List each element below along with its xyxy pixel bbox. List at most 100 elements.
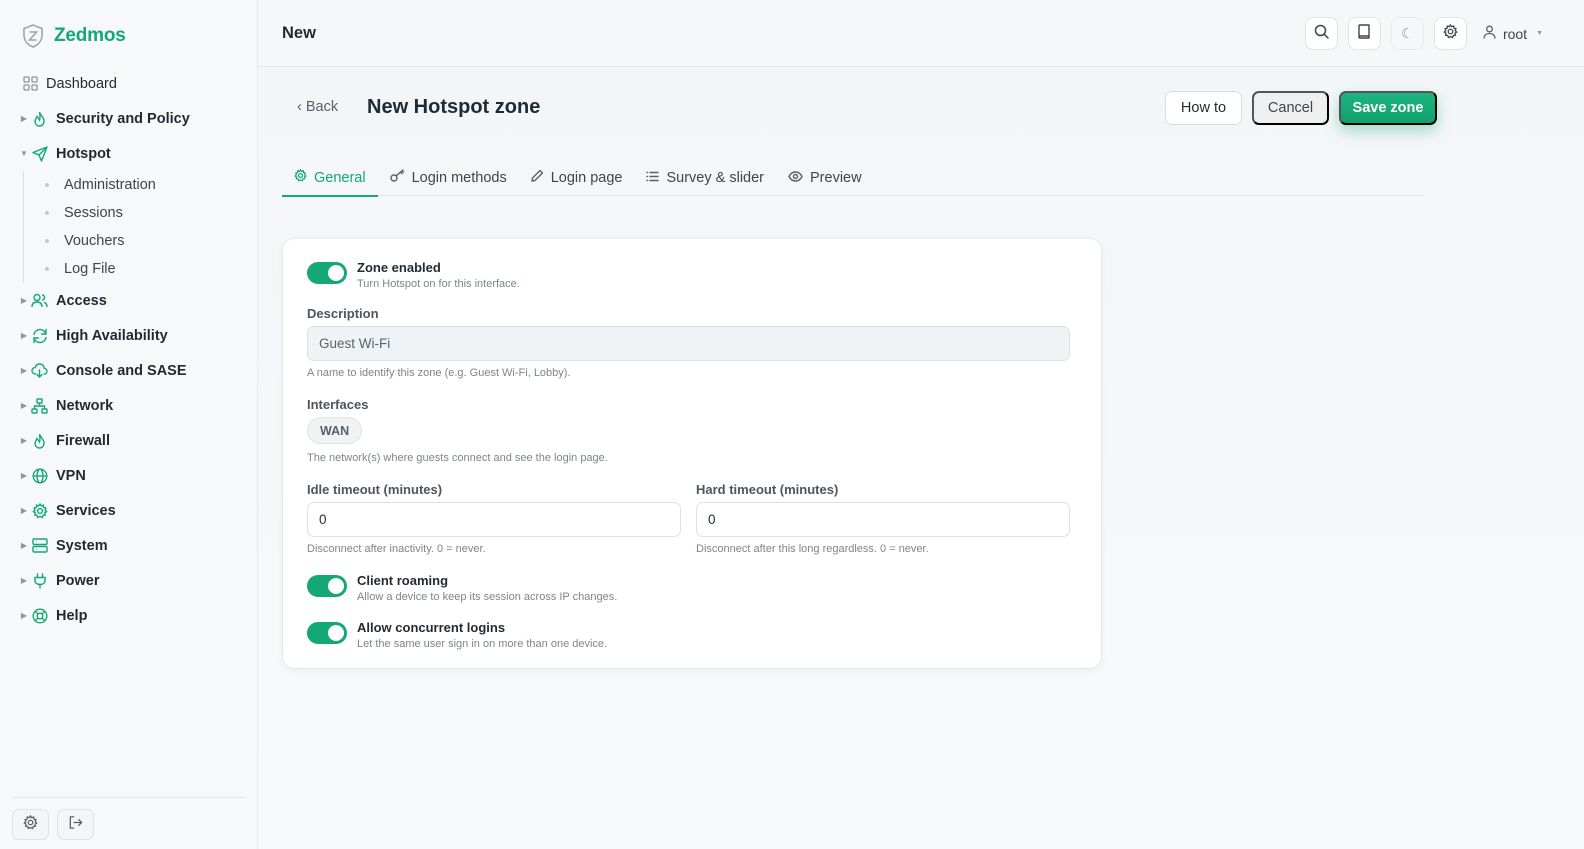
tab-login-methods[interactable]: Login methods bbox=[378, 159, 519, 196]
sidebar-nav: Dashboard ▶ Security and Policy ▼ Hotspo… bbox=[0, 66, 258, 633]
docs-button[interactable] bbox=[1347, 17, 1381, 50]
grid-icon bbox=[22, 75, 39, 92]
tab-login-page[interactable]: Login page bbox=[519, 159, 635, 196]
sidebar-item-services[interactable]: ▶ Services bbox=[0, 493, 258, 528]
send-icon bbox=[31, 145, 48, 162]
eye-icon bbox=[788, 170, 803, 186]
user-icon bbox=[1483, 25, 1496, 42]
sidebar-item-label: High Availability bbox=[56, 327, 168, 344]
users-icon bbox=[31, 292, 48, 309]
tab-survey-slider[interactable]: Survey & slider bbox=[634, 159, 776, 196]
how-to-button[interactable]: How to bbox=[1165, 91, 1242, 125]
hard-timeout-label: Hard timeout (minutes) bbox=[696, 482, 839, 497]
logout-button[interactable] bbox=[57, 809, 94, 840]
sidebar-subitem-label: Sessions bbox=[64, 205, 123, 221]
settings-button[interactable] bbox=[1433, 17, 1467, 50]
brand[interactable]: Zedmos bbox=[22, 24, 126, 48]
bullet-icon bbox=[45, 239, 49, 243]
zone-enabled-row: Zone enabled Turn Hotspot on for this in… bbox=[307, 260, 520, 292]
caret-right-icon: ▶ bbox=[20, 436, 28, 445]
sidebar-subitem-administration[interactable]: Administration bbox=[24, 171, 258, 199]
sidebar-item-hotspot[interactable]: ▼ Hotspot bbox=[0, 136, 258, 171]
general-settings-card: Zone enabled Turn Hotspot on for this in… bbox=[282, 238, 1102, 669]
back-link[interactable]: ‹ Back bbox=[297, 99, 338, 115]
hard-timeout-help: Disconnect after this long regardless. 0… bbox=[696, 543, 929, 555]
bullet-icon bbox=[45, 211, 49, 215]
key-icon bbox=[389, 169, 405, 186]
caret-right-icon: ▶ bbox=[20, 296, 28, 305]
sidebar-item-security-and-policy[interactable]: ▶ Security and Policy bbox=[0, 101, 258, 136]
interfaces-label: Interfaces bbox=[307, 397, 369, 412]
zone-enabled-help: Turn Hotspot on for this interface. bbox=[357, 278, 520, 290]
save-zone-button[interactable]: Save zone bbox=[1339, 91, 1437, 125]
theme-toggle-button[interactable]: ☾ bbox=[1390, 17, 1424, 50]
user-menu[interactable]: root ▼ bbox=[1483, 25, 1543, 42]
caret-right-icon: ▶ bbox=[20, 576, 28, 585]
gear-icon bbox=[1443, 23, 1458, 44]
lifebuoy-icon bbox=[31, 607, 48, 624]
sidebar: Zedmos Dashboard ▶ Security and Policy ▼… bbox=[0, 0, 258, 849]
sidebar-item-power[interactable]: ▶ Power bbox=[0, 563, 258, 598]
sidebar-item-label: Services bbox=[56, 502, 116, 519]
caret-down-icon: ▼ bbox=[20, 149, 28, 158]
plug-icon bbox=[31, 572, 48, 589]
sidebar-item-network[interactable]: ▶ Network bbox=[0, 388, 258, 423]
client-roaming-toggle[interactable] bbox=[307, 575, 347, 597]
gear-icon bbox=[294, 168, 307, 186]
idle-timeout-input[interactable]: 0 bbox=[307, 502, 681, 537]
sidebar-item-firewall[interactable]: ▶ Firewall bbox=[0, 423, 258, 458]
tab-general[interactable]: General bbox=[282, 159, 378, 197]
caret-right-icon: ▶ bbox=[20, 541, 28, 550]
user-name: root bbox=[1502, 25, 1528, 42]
page-actions: How to Cancel Save zone bbox=[1165, 91, 1437, 125]
sidebar-subitem-label: Administration bbox=[64, 177, 156, 193]
caret-right-icon: ▶ bbox=[20, 611, 28, 620]
sidebar-item-console-and-sase[interactable]: ▶ Console and SASE bbox=[0, 353, 258, 388]
concurrent-logins-label: Allow concurrent logins bbox=[357, 620, 506, 635]
cancel-button[interactable]: Cancel bbox=[1252, 91, 1329, 125]
sidebar-footer bbox=[12, 797, 245, 840]
hotspot-submenu: Administration Sessions Vouchers Log Fil… bbox=[23, 171, 258, 283]
description-input[interactable]: Guest Wi-Fi bbox=[307, 326, 1070, 361]
sidebar-item-label: Security and Policy bbox=[56, 110, 190, 127]
search-button[interactable] bbox=[1304, 17, 1338, 50]
search-icon bbox=[1314, 24, 1329, 44]
sidebar-subitem-sessions[interactable]: Sessions bbox=[24, 199, 258, 227]
sidebar-item-dashboard[interactable]: Dashboard bbox=[0, 66, 258, 101]
caret-right-icon: ▶ bbox=[20, 331, 28, 340]
caret-right-icon: ▶ bbox=[20, 366, 28, 375]
caret-right-icon: ▶ bbox=[20, 506, 28, 515]
brand-name: Zedmos bbox=[54, 25, 126, 46]
tab-preview[interactable]: Preview bbox=[776, 159, 874, 196]
tab-label: General bbox=[314, 169, 366, 186]
zone-enabled-toggle[interactable] bbox=[307, 262, 347, 284]
sidebar-item-system[interactable]: ▶ System bbox=[0, 528, 258, 563]
sidebar-item-label: Console and SASE bbox=[56, 362, 187, 379]
tab-label: Preview bbox=[810, 169, 862, 186]
sidebar-subitem-log-file[interactable]: Log File bbox=[24, 255, 258, 283]
back-label: Back bbox=[305, 99, 339, 115]
list-icon bbox=[646, 170, 660, 186]
moon-icon: ☾ bbox=[1401, 25, 1414, 41]
logout-icon bbox=[68, 815, 83, 835]
topbar-title: New bbox=[282, 24, 316, 42]
settings-button[interactable] bbox=[12, 809, 49, 840]
tab-label: Survey & slider bbox=[666, 169, 764, 186]
sidebar-item-access[interactable]: ▶ Access bbox=[0, 283, 258, 318]
cloud-download-icon bbox=[31, 362, 48, 379]
sidebar-item-vpn[interactable]: ▶ VPN bbox=[0, 458, 258, 493]
caret-down-icon: ▼ bbox=[1536, 30, 1543, 37]
sidebar-item-high-availability[interactable]: ▶ High Availability bbox=[0, 318, 258, 353]
hard-timeout-input[interactable]: 0 bbox=[696, 502, 1070, 537]
interface-chip-wan[interactable]: WAN bbox=[307, 417, 363, 444]
shield-logo-icon bbox=[22, 24, 44, 48]
sidebar-item-help[interactable]: ▶ Help bbox=[0, 598, 258, 633]
sidebar-item-label: System bbox=[56, 537, 108, 554]
sidebar-item-label: Hotspot bbox=[56, 145, 111, 162]
client-roaming-label: Client roaming bbox=[357, 573, 449, 588]
bullet-icon bbox=[45, 267, 49, 271]
sidebar-subitem-vouchers[interactable]: Vouchers bbox=[24, 227, 258, 255]
refresh-icon bbox=[31, 327, 48, 344]
concurrent-logins-toggle[interactable] bbox=[307, 622, 347, 644]
description-help: A name to identify this zone (e.g. Guest… bbox=[307, 367, 571, 379]
